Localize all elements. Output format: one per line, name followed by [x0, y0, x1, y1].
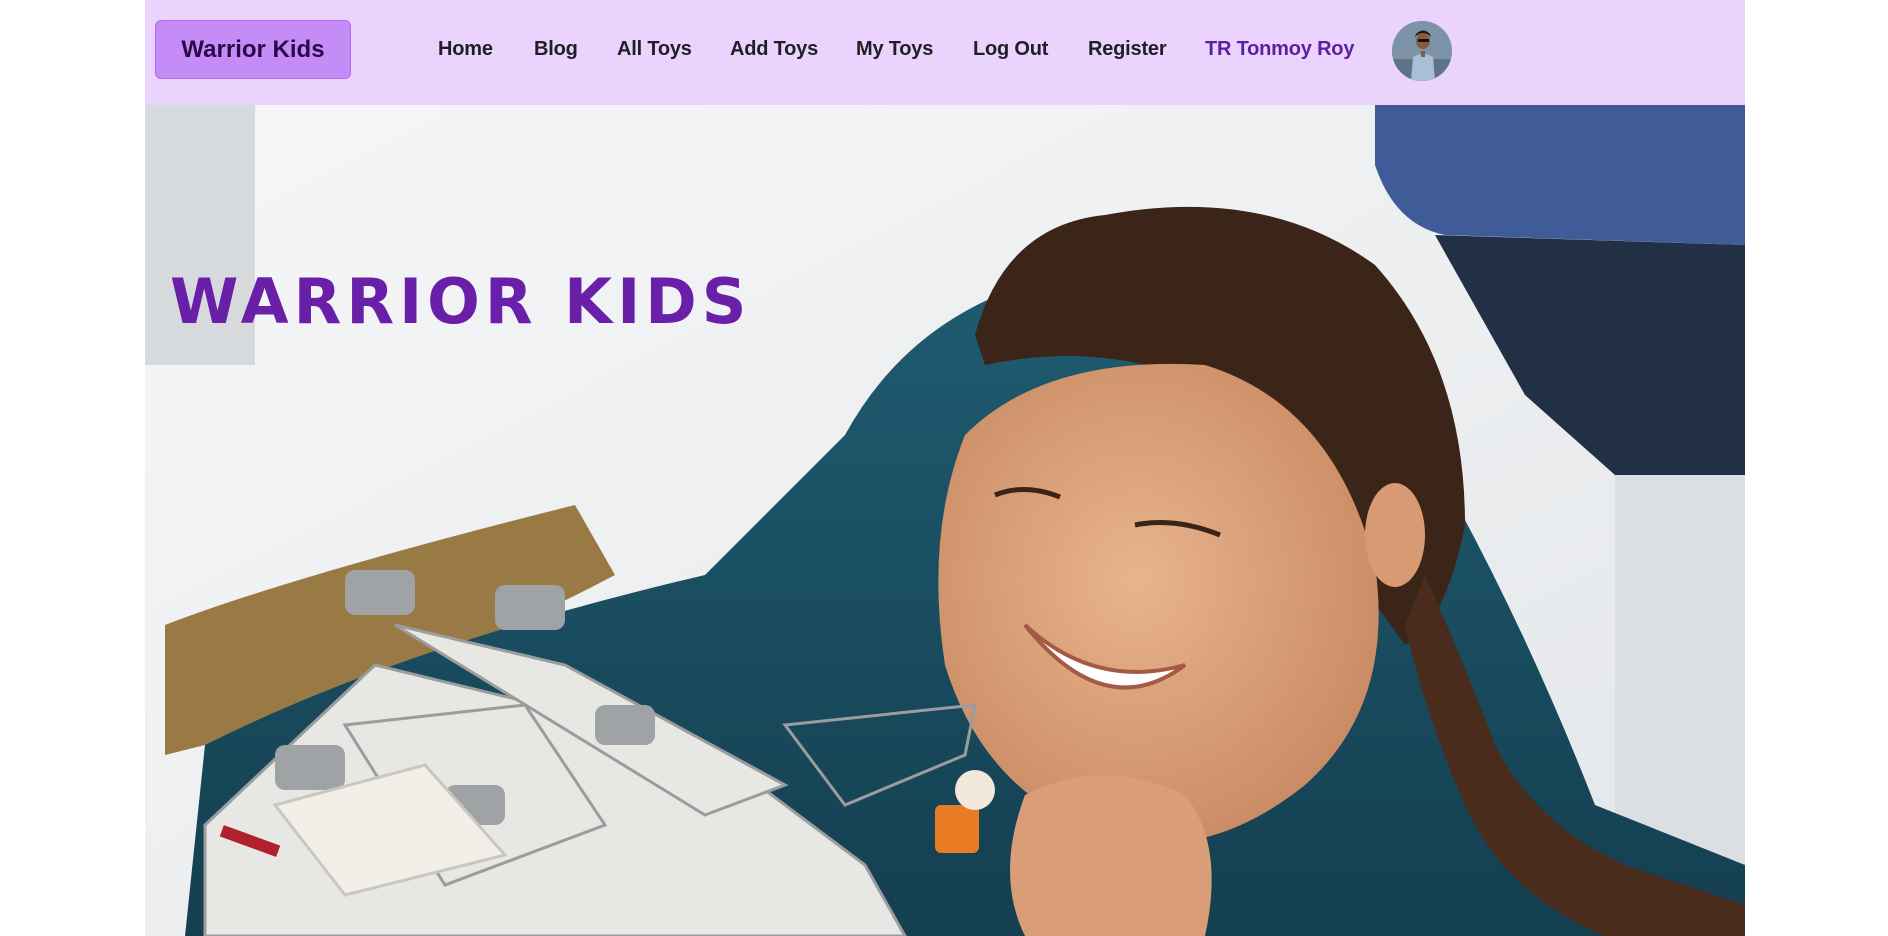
nav-my-toys[interactable]: My Toys — [856, 38, 933, 61]
nav-blog[interactable]: Blog — [534, 38, 578, 61]
nav-all-toys[interactable]: All Toys — [617, 38, 692, 61]
nav-register[interactable]: Register — [1088, 38, 1167, 61]
brand-button[interactable]: Warrior Kids — [155, 20, 351, 79]
navbar: Warrior Kids Home Blog All Toys Add Toys… — [145, 0, 1745, 105]
hero-title: WARRIOR KIDS — [170, 265, 752, 338]
nav-home[interactable]: Home — [438, 38, 493, 61]
avatar-photo — [1392, 21, 1452, 81]
hero-image — [145, 105, 1745, 936]
hero-banner: WARRIOR KIDS — [145, 105, 1745, 936]
nav-add-toys[interactable]: Add Toys — [730, 38, 818, 61]
page-container: Warrior Kids Home Blog All Toys Add Toys… — [145, 0, 1745, 936]
nav-user-name[interactable]: TR Tonmoy Roy — [1205, 38, 1354, 61]
user-avatar[interactable] — [1392, 21, 1452, 81]
nav-log-out[interactable]: Log Out — [973, 38, 1048, 61]
